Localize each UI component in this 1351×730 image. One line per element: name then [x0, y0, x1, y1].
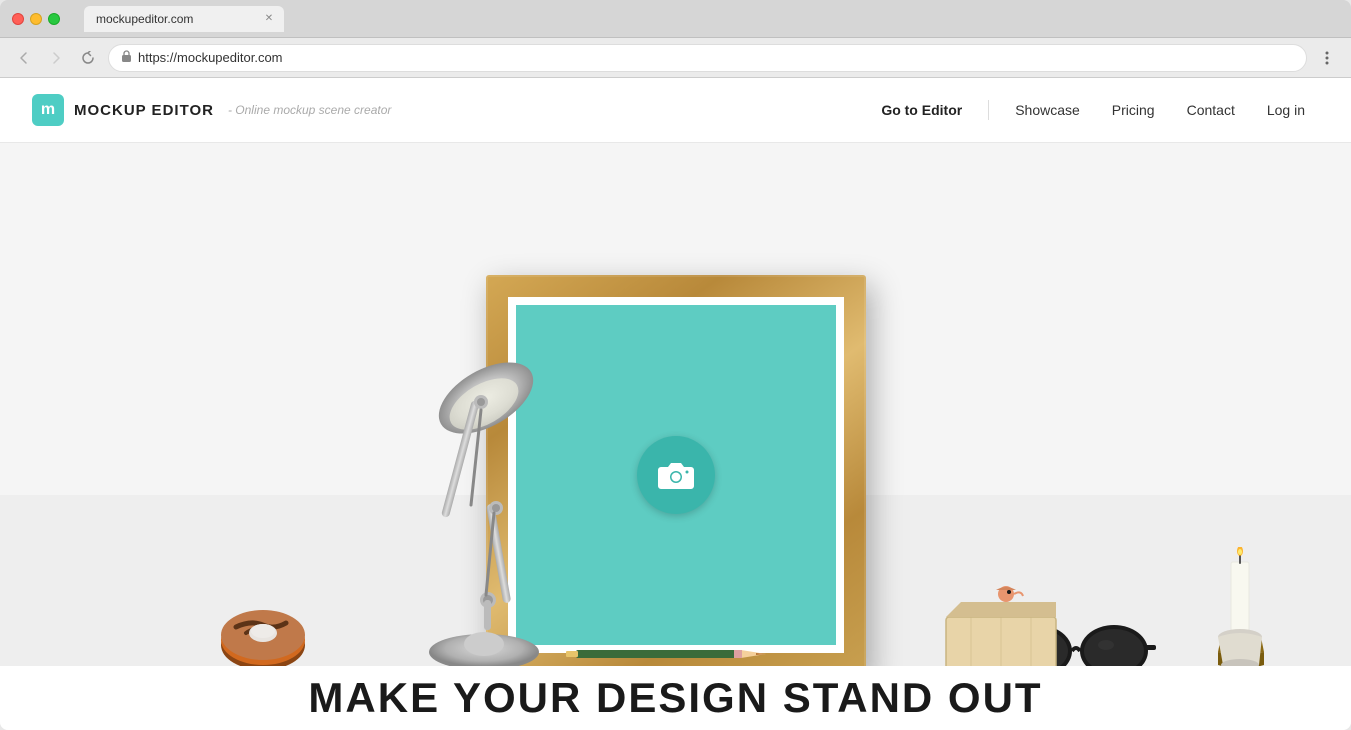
nav-divider — [988, 100, 989, 120]
back-button[interactable] — [12, 46, 36, 70]
goto-editor-link[interactable]: Go to Editor — [867, 94, 976, 126]
forward-button[interactable] — [44, 46, 68, 70]
logo-icon: m — [32, 94, 64, 126]
tab-label: mockupeditor.com — [96, 12, 193, 26]
headline-section: MAKE YOUR DESIGN STAND OUT — [0, 666, 1351, 730]
close-button[interactable] — [12, 13, 24, 25]
wooden-box-svg — [941, 582, 1061, 677]
browser-titlebar: mockupeditor.com ✕ — [0, 0, 1351, 38]
site-logo: m MOCKUP EDITOR - Online mockup scene cr… — [32, 94, 391, 126]
scene-container: MAKE YOUR DESIGN STAND OUT — [0, 143, 1351, 730]
upload-button[interactable] — [637, 436, 715, 514]
website-content: m MOCKUP EDITOR - Online mockup scene cr… — [0, 78, 1351, 730]
minimize-button[interactable] — [30, 13, 42, 25]
candle-holder-prop — [1196, 547, 1286, 682]
browser-window: mockupeditor.com ✕ — [0, 0, 1351, 730]
logo-name: MOCKUP EDITOR — [74, 102, 214, 119]
refresh-button[interactable] — [76, 46, 100, 70]
donut-svg — [216, 605, 311, 675]
login-link[interactable]: Log in — [1253, 94, 1319, 126]
active-tab[interactable]: mockupeditor.com ✕ — [84, 6, 284, 32]
tab-close-icon[interactable]: ✕ — [262, 12, 276, 26]
camera-icon — [657, 459, 695, 491]
traffic-lights — [12, 13, 60, 25]
browser-menu-button[interactable] — [1315, 46, 1339, 70]
candle-svg — [1196, 547, 1286, 677]
address-bar[interactable] — [108, 44, 1307, 72]
lamp-svg — [366, 310, 586, 690]
tab-area: mockupeditor.com ✕ — [84, 6, 1339, 32]
hero-headline: MAKE YOUR DESIGN STAND OUT — [0, 674, 1351, 722]
url-input[interactable] — [138, 50, 1294, 65]
pencil-svg — [566, 645, 766, 663]
site-header: m MOCKUP EDITOR - Online mockup scene cr… — [0, 78, 1351, 143]
pencil-prop — [566, 645, 766, 668]
desk-lamp — [366, 310, 586, 690]
site-nav: Go to Editor Showcase Pricing Contact Lo… — [867, 94, 1319, 126]
maximize-button[interactable] — [48, 13, 60, 25]
logo-letter: m — [41, 101, 55, 119]
lock-icon — [121, 50, 132, 66]
contact-link[interactable]: Contact — [1173, 94, 1249, 126]
pricing-link[interactable]: Pricing — [1098, 94, 1169, 126]
hero-section: MAKE YOUR DESIGN STAND OUT — [0, 143, 1351, 730]
browser-toolbar — [0, 38, 1351, 78]
logo-tagline: - Online mockup scene creator — [228, 103, 391, 117]
showcase-link[interactable]: Showcase — [1001, 94, 1094, 126]
